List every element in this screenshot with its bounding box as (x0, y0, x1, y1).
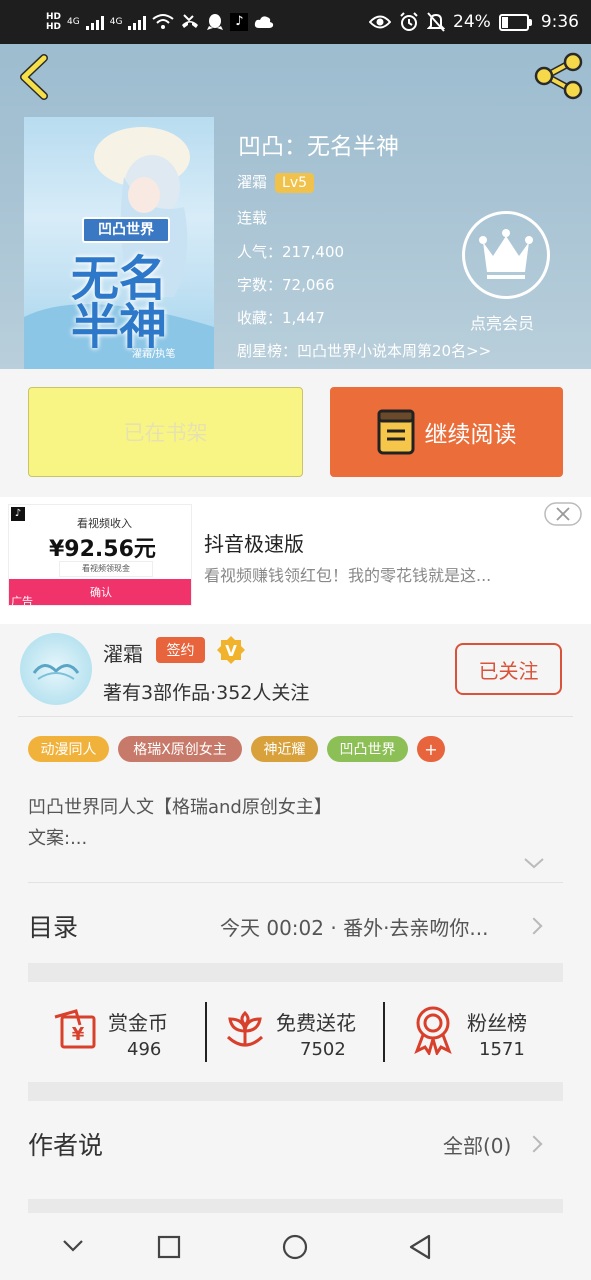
system-nav-bar (0, 1213, 591, 1280)
ad-tag: 广告 (11, 595, 33, 606)
continue-reading-button[interactable]: 继续阅读 (330, 387, 563, 477)
flower-icon (226, 1010, 264, 1047)
follow-button[interactable]: 已关注 (455, 643, 562, 695)
stats-divider (205, 1002, 207, 1062)
reward-label: 赏金币 (108, 1011, 168, 1035)
stats-divider (383, 1002, 385, 1062)
tag-add[interactable]: + (417, 736, 445, 762)
section-separator (28, 1199, 563, 1213)
network-type-1: 4G (67, 17, 80, 27)
nav-home-icon[interactable] (282, 1234, 308, 1260)
book-popularity: 人气：217,400 (237, 243, 345, 261)
clock: 9:36 (540, 12, 579, 32)
toc-title: 目录 (28, 913, 79, 942)
nav-back-icon[interactable] (408, 1234, 432, 1260)
author-says-title: 作者说 (28, 1131, 104, 1160)
cover-byline: 濯霜/执笔 (132, 349, 176, 360)
synopsis-line1: 凹凸世界同人文【格瑞and原创女主】 (28, 797, 332, 818)
wifi-icon (152, 14, 175, 29)
alarm-icon (400, 12, 418, 31)
svg-text:V: V (225, 642, 237, 660)
ad-image[interactable]: ♪ 看视频收入 ¥92.56元 看视频领现金 确认 广告 (8, 504, 192, 606)
book-icon (377, 409, 414, 455)
medal-icon (414, 1006, 452, 1055)
tag-0[interactable]: 动漫同人 (28, 736, 109, 762)
author-avatar[interactable] (20, 633, 92, 705)
crown-icon (479, 229, 533, 279)
divider (18, 716, 573, 717)
fans-label: 粉丝榜 (467, 1011, 527, 1035)
ad-img-amount: ¥92.56元 (49, 537, 156, 562)
author-line: 濯霜 Lv5 (237, 171, 315, 193)
flower-label: 免费送花 (276, 1011, 356, 1035)
cloud-icon (255, 16, 274, 28)
ad-close-icon[interactable] (544, 502, 582, 526)
status-bar: HD HD 4G 4G ♪ 24% 9:36 (0, 0, 591, 44)
reward-value: 496 (127, 1039, 162, 1060)
level-badge: Lv5 (275, 173, 315, 193)
author-stats: 著有3部作品·352人关注 (103, 682, 310, 704)
ad-img-button: 确认 (9, 579, 191, 605)
in-shelf-button[interactable]: 已在书架 (28, 387, 303, 477)
mute-icon (427, 12, 446, 32)
share-icon[interactable] (534, 52, 584, 100)
expand-chevron-icon[interactable] (523, 856, 545, 870)
vip-label[interactable]: 点亮会员 (470, 310, 534, 334)
fans-stat[interactable]: 粉丝榜 1571 (405, 995, 565, 1065)
cover-title-line2: 半神 (70, 299, 167, 355)
status-left: HD HD 4G 4G ♪ (46, 6, 274, 38)
author-name[interactable]: 濯霜 (103, 638, 143, 667)
tag-1[interactable]: 格瑞X原创女主 (118, 736, 242, 762)
book-favorites: 收藏：1,447 (237, 309, 325, 327)
battery-icon (498, 13, 532, 31)
qq-icon (207, 14, 224, 30)
flower-stat[interactable]: 免费送花 7502 (222, 995, 382, 1065)
flower-value: 7502 (300, 1039, 346, 1060)
tag-3[interactable]: 凹凸世界 (327, 736, 408, 762)
ad-img-caption: 看视频收入 (77, 517, 132, 530)
red-envelope-icon: ¥ (54, 1009, 96, 1049)
fans-value: 1571 (479, 1039, 525, 1060)
book-status: 连载 (237, 209, 268, 227)
synopsis-line2: 文案:... (28, 828, 88, 849)
avatar-art (32, 664, 80, 680)
book-word-count: 字数：72,066 (237, 276, 335, 294)
status-right: 24% 9:36 (369, 0, 579, 44)
signal-icon-2 (128, 14, 147, 30)
section-separator (28, 1082, 563, 1101)
tag-2[interactable]: 神近耀 (251, 736, 318, 762)
hd-indicator: HD HD (46, 12, 62, 32)
vip-button[interactable] (462, 211, 550, 299)
section-separator (28, 963, 563, 982)
ad-tiktok-icon: ♪ (11, 507, 25, 521)
book-title: 凹凸：无名半神 (238, 134, 399, 160)
ad-img-sub: 看视频领现金 (59, 561, 153, 577)
ad-title[interactable]: 抖音极速版 (204, 528, 304, 557)
ad-description[interactable]: 看视频赚钱领红包！我的零花钱就是这... (204, 562, 549, 586)
nav-recents-icon[interactable] (157, 1235, 181, 1259)
signed-badge: 签约 (156, 637, 205, 663)
book-author[interactable]: 濯霜 (237, 173, 267, 191)
ranking-link[interactable]: 剧星榜：凹凸世界小说本周第20名>> (237, 340, 491, 361)
verified-badge-icon: V (217, 636, 245, 664)
network-type-2: 4G (109, 17, 123, 27)
tiktok-icon: ♪ (230, 13, 249, 31)
missed-call-icon (182, 14, 199, 28)
author-says-all[interactable]: 全部(0) (443, 1130, 511, 1159)
book-cover[interactable]: 凹凸世界 无名 半神 濯霜/执笔 (24, 117, 214, 369)
continue-reading-label: 继续阅读 (424, 422, 517, 448)
toc-latest-chapter[interactable]: 今天 00:02 · 番外·去亲吻你... (220, 912, 520, 941)
reward-stat[interactable]: ¥ 赏金币 496 (40, 995, 200, 1065)
svg-text:¥: ¥ (72, 1024, 85, 1045)
back-arrow-icon[interactable] (16, 54, 52, 100)
battery-percent: 24% (453, 12, 491, 32)
eye-icon (369, 15, 392, 29)
nav-collapse-icon[interactable] (62, 1239, 84, 1253)
signal-icon-1 (85, 14, 104, 30)
